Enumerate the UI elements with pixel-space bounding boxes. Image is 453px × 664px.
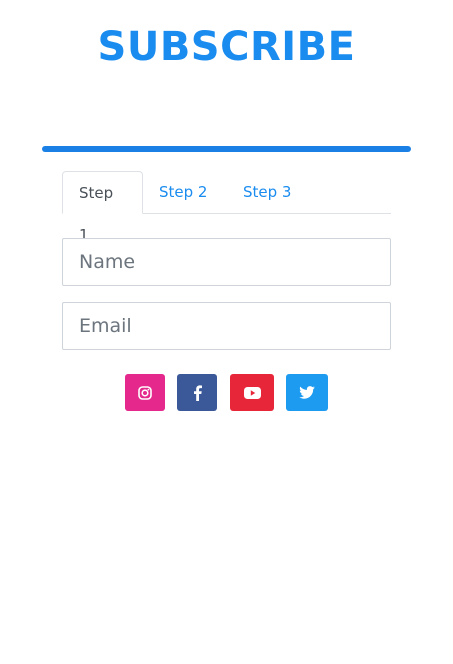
instagram-icon [138, 385, 152, 400]
facebook-icon [193, 384, 202, 401]
youtube-button[interactable] [230, 374, 274, 411]
name-input[interactable] [62, 238, 391, 286]
twitter-button[interactable] [286, 374, 328, 411]
social-links [42, 374, 411, 412]
subscribe-card: Step 1 Step 2 Step 3 [42, 146, 411, 446]
tab-step-3[interactable]: Step 3 [227, 171, 311, 213]
card-top-bar [42, 146, 411, 152]
youtube-icon [243, 386, 261, 399]
facebook-button[interactable] [177, 374, 217, 411]
page-title: SUBSCRIBE [97, 24, 356, 70]
step-tabs: Step 1 Step 2 Step 3 [62, 171, 391, 244]
tab-step-2[interactable]: Step 2 [143, 171, 227, 213]
email-input[interactable] [62, 302, 391, 350]
tab-step-1[interactable]: Step 1 [62, 171, 143, 244]
instagram-button[interactable] [125, 374, 165, 411]
twitter-icon [299, 386, 315, 399]
